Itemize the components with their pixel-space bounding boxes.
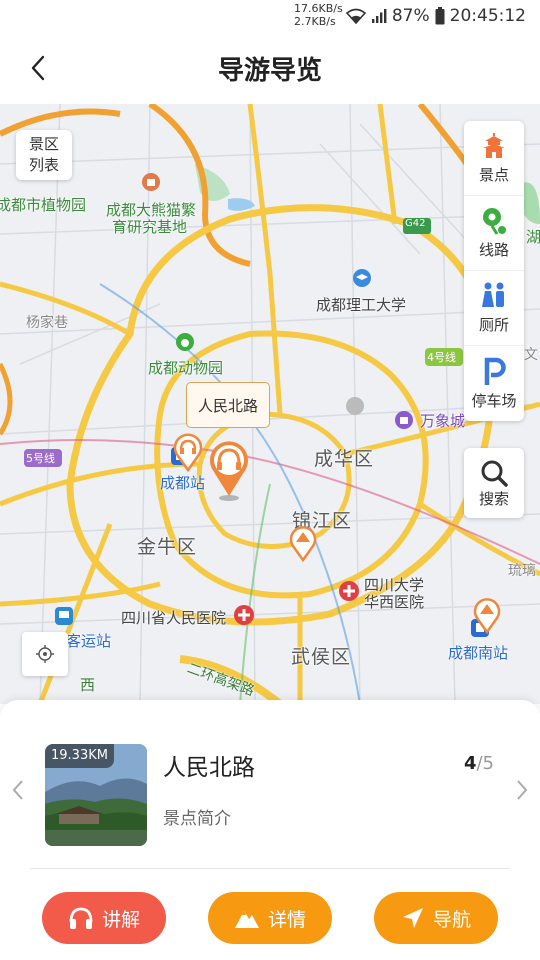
bus-icon: [55, 607, 73, 625]
search-label: 搜索: [478, 489, 509, 508]
filter-parking-label: 停车场: [471, 391, 517, 410]
zoo-icon: [176, 333, 194, 351]
route-icon: [483, 208, 506, 235]
status-icons: 87% 20:45:12: [345, 6, 526, 26]
map-label-botanical: 成都市植物园: [0, 196, 87, 214]
map-label-g42: G42: [405, 218, 426, 229]
filter-routes-label: 线路: [478, 241, 509, 259]
screen: 17.6KB/s 2.7KB/s 87% 20:45:12 导游导览 成都市植物…: [0, 0, 540, 960]
map-label-panda-2: 育研究基地: [112, 218, 188, 236]
navigation-arrow-icon: [402, 908, 423, 928]
map-label-ligong: 成都理工大学: [316, 296, 407, 314]
listen-label: 讲解: [101, 908, 140, 931]
wifi-icon: [345, 8, 366, 24]
status-bar: 17.6KB/s 2.7KB/s 87% 20:45:12: [0, 0, 540, 34]
signal-icon: [371, 9, 387, 23]
map-view[interactable]: 成都市植物园 成都大熊猫繁 育研究基地 杨家巷 成都动物园 成都理工大学 万象城…: [0, 104, 540, 704]
scenic-spot-marker[interactable]: [472, 594, 502, 634]
chevron-left-icon: [12, 780, 23, 800]
scenic-spot-marker[interactable]: [172, 432, 204, 472]
spot-pager: 4/5: [464, 753, 494, 774]
scenic-spot-marker-active[interactable]: [206, 438, 252, 502]
hospital-icon: [234, 605, 254, 625]
scenic-list-label-2: 列表: [28, 156, 59, 174]
pager-current: 4: [463, 753, 477, 774]
listen-button[interactable]: 讲解: [42, 892, 166, 944]
spot-name: 人民北路: [163, 755, 255, 781]
panda-base-icon: [142, 173, 160, 191]
map-label-chengdu-station: 成都站: [160, 474, 206, 492]
distance-badge: 19.33KM: [45, 744, 114, 768]
scenic-list-label-1: 景区: [28, 135, 59, 153]
map-label-xi: 西: [80, 676, 96, 694]
filter-parking[interactable]: 停车场: [464, 346, 524, 421]
mall-icon: [395, 411, 413, 429]
locate-icon: [36, 645, 54, 663]
filter-scenic-spots[interactable]: 景点: [464, 121, 524, 196]
hospital-icon: [339, 581, 359, 601]
clock-text: 20:45:12: [449, 6, 526, 26]
parking-icon: [484, 357, 506, 385]
spot-card: 19.33KM 人民北路 景点简介 4/5 讲解 详情 导航: [0, 700, 540, 960]
spot-callout[interactable]: 人民北路: [186, 382, 270, 428]
spot-intro-link[interactable]: 景点简介: [163, 804, 231, 829]
map-label-line4: 4号线: [427, 351, 456, 364]
detail-label: 详情: [267, 908, 306, 931]
filter-toilets-label: 厕所: [478, 316, 509, 334]
page-title: 导游导览: [217, 56, 322, 86]
net-up-text: 17.6KB/s: [294, 2, 343, 15]
search-icon: [481, 460, 508, 487]
map-label-wen: 文: [524, 347, 538, 363]
top-bar: 导游导览: [0, 34, 540, 104]
map-label-line5: 5号线: [26, 452, 55, 465]
prev-spot-button[interactable]: [6, 776, 30, 804]
map-label-chenghua: 成华区: [314, 448, 375, 470]
map-label-bus-station: 客运站: [66, 632, 112, 650]
map-label-huaxi-2: 华西医院: [364, 593, 425, 611]
network-speed: 17.6KB/s 2.7KB/s: [294, 2, 343, 28]
mountain-icon: [234, 911, 259, 928]
scenic-spot-marker[interactable]: [288, 522, 318, 562]
scenic-list-button[interactable]: 景区 列表: [16, 130, 72, 180]
detail-button[interactable]: 详情: [208, 892, 332, 944]
university-icon: [353, 269, 371, 287]
battery-text: 87%: [391, 6, 430, 26]
chevron-right-icon: [517, 780, 528, 800]
filter-scenic-label: 景点: [478, 166, 509, 184]
next-spot-button[interactable]: [510, 776, 534, 804]
map-label-sichuan-hospital: 四川省人民医院: [121, 609, 227, 627]
spot-thumbnail[interactable]: 19.33KM: [45, 744, 147, 846]
pager-total: /5: [476, 753, 494, 774]
map-label-yangjiaxiang: 杨家巷: [26, 315, 68, 331]
navigate-button[interactable]: 导航: [374, 892, 498, 944]
map-label-liuli: 琉璃: [508, 563, 536, 579]
map-label-lake: 湖: [526, 228, 540, 246]
map-label-wanxiang: 万象城: [420, 412, 466, 430]
locate-button[interactable]: [22, 632, 68, 676]
map-label-jinniu: 金牛区: [137, 536, 198, 558]
map-label-wuhou: 武侯区: [291, 646, 352, 668]
battery-icon: [435, 7, 445, 25]
toilet-icon: [482, 282, 504, 307]
map-search-button[interactable]: 搜索: [464, 448, 524, 518]
filter-routes[interactable]: 线路: [464, 196, 524, 271]
pagoda-icon: [483, 133, 505, 158]
navigate-label: 导航: [432, 908, 471, 931]
net-down-text: 2.7KB/s: [294, 15, 336, 28]
card-divider: [30, 868, 510, 869]
filter-toilets[interactable]: 厕所: [464, 271, 524, 346]
headphones-icon: [69, 907, 93, 929]
map-label-south-station: 成都南站: [448, 644, 509, 662]
map-label-zoo: 成都动物园: [148, 359, 224, 377]
map-filter-panel: 景点 线路 厕所 停车场: [464, 121, 524, 421]
